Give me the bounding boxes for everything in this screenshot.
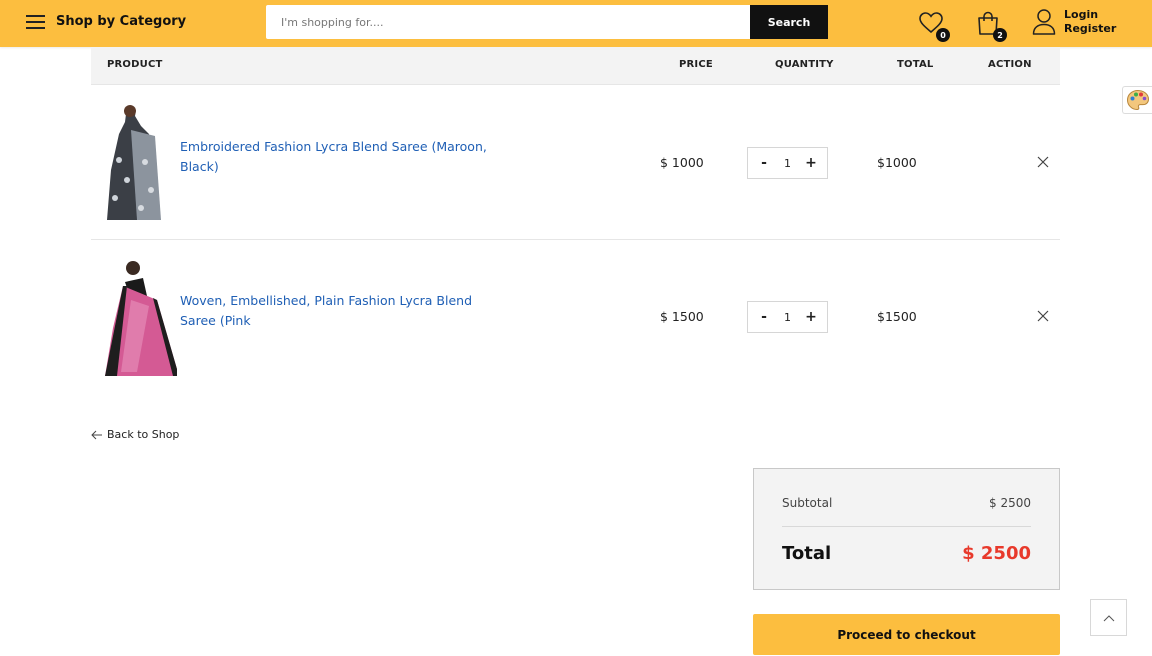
register-link[interactable]: Register	[1064, 22, 1116, 36]
total-label: Total	[782, 543, 832, 564]
column-header-price: PRICE	[679, 59, 713, 70]
remove-item-icon[interactable]	[1036, 309, 1050, 323]
cart-button[interactable]: 2	[975, 10, 1007, 42]
color-switcher-button[interactable]	[1122, 86, 1152, 114]
product-price: $ 1500	[660, 309, 704, 324]
column-header-total: TOTAL	[897, 59, 934, 70]
wishlist-button[interactable]: 0	[918, 10, 950, 42]
arrow-left-icon	[91, 430, 102, 439]
product-name-link[interactable]: Embroidered Fashion Lycra Blend Saree (M…	[180, 137, 500, 177]
summary-divider	[782, 526, 1031, 527]
back-to-shop-link[interactable]: Back to Shop	[91, 428, 179, 441]
palette-icon	[1126, 89, 1149, 111]
quantity-value[interactable]: 1	[784, 311, 791, 324]
site-header: Shop by Category Search 0 2 Login Regist…	[0, 0, 1152, 47]
product-image[interactable]	[97, 256, 177, 380]
column-header-quantity: QUANTITY	[775, 59, 834, 70]
search-input[interactable]	[266, 5, 750, 39]
quantity-value[interactable]: 1	[784, 157, 791, 170]
cart-row: Embroidered Fashion Lycra Blend Saree (M…	[91, 86, 1060, 240]
column-header-action: ACTION	[988, 59, 1032, 70]
quantity-decrease-button[interactable]: -	[758, 309, 770, 325]
search-button[interactable]: Search	[750, 5, 828, 39]
subtotal-value: $ 2500	[989, 496, 1031, 510]
row-total: $1500	[877, 309, 917, 324]
quantity-decrease-button[interactable]: -	[758, 155, 770, 171]
quantity-increase-button[interactable]: +	[805, 155, 817, 171]
proceed-to-checkout-button[interactable]: Proceed to checkout	[753, 614, 1060, 655]
cart-row: Woven, Embellished, Plain Fashion Lycra …	[91, 240, 1060, 394]
user-icon	[1032, 9, 1056, 35]
shop-by-category-label: Shop by Category	[56, 14, 187, 29]
wishlist-count-badge: 0	[936, 28, 950, 42]
cart-summary: Subtotal $ 2500 Total $ 2500	[753, 468, 1060, 590]
subtotal-label: Subtotal	[782, 496, 833, 510]
quantity-increase-button[interactable]: +	[805, 309, 817, 325]
login-link[interactable]: Login	[1064, 8, 1116, 22]
remove-item-icon[interactable]	[1036, 155, 1050, 169]
search-bar: Search	[266, 5, 828, 39]
account-area: Login Register	[1032, 8, 1116, 36]
product-image[interactable]	[97, 100, 177, 224]
shop-by-category-button[interactable]: Shop by Category	[26, 14, 186, 29]
menu-icon	[26, 14, 45, 29]
chevron-up-icon	[1103, 614, 1114, 621]
product-name-link[interactable]: Woven, Embellished, Plain Fashion Lycra …	[180, 291, 500, 331]
row-total: $1000	[877, 155, 917, 170]
total-value: $ 2500	[962, 543, 1031, 564]
quantity-stepper: - 1 +	[747, 301, 828, 333]
scroll-to-top-button[interactable]	[1090, 599, 1127, 636]
cart-count-badge: 2	[993, 28, 1007, 42]
product-price: $ 1000	[660, 155, 704, 170]
column-header-product: PRODUCT	[107, 59, 163, 70]
quantity-stepper: - 1 +	[747, 147, 828, 179]
cart-table-header: PRODUCT PRICE QUANTITY TOTAL ACTION	[91, 47, 1060, 85]
back-to-shop-label: Back to Shop	[107, 428, 180, 441]
